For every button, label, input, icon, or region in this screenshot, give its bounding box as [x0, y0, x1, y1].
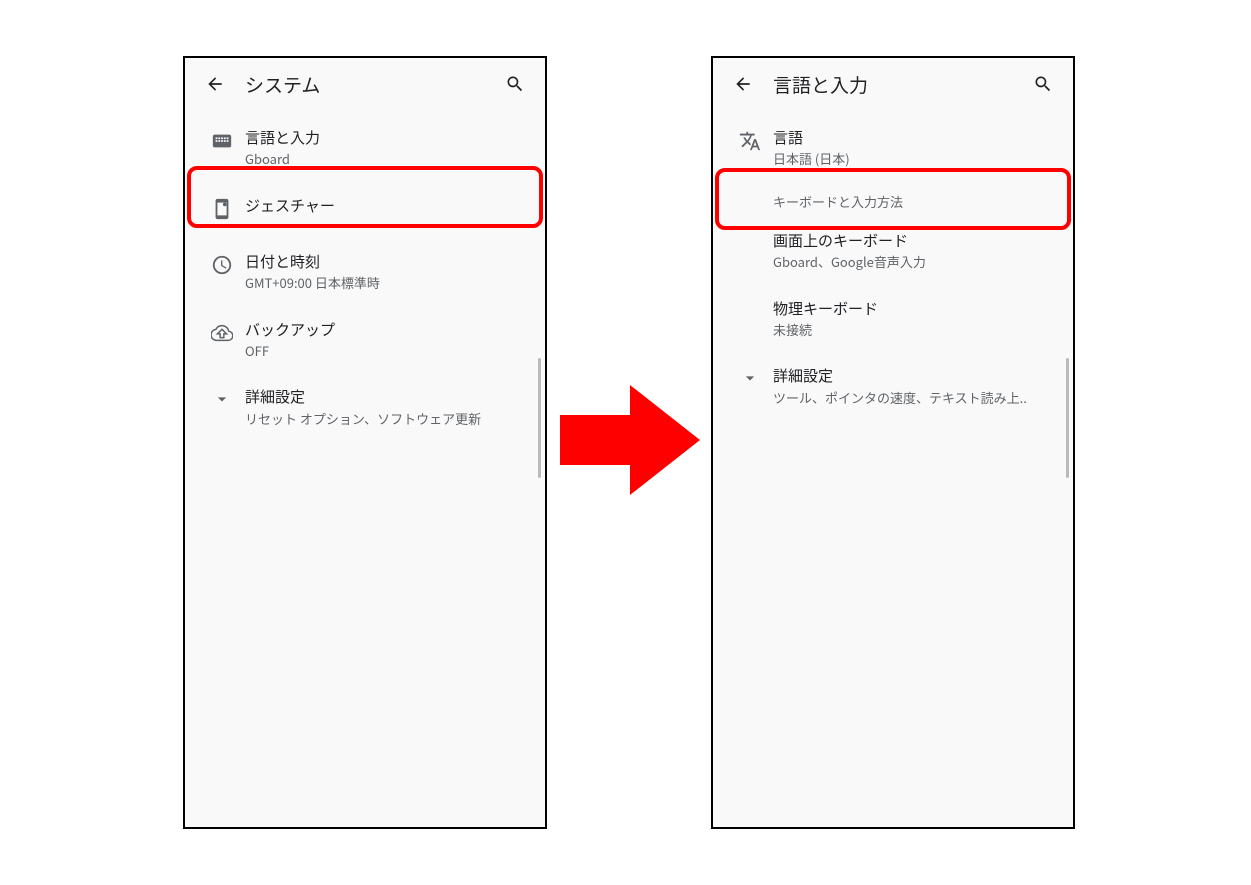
system-settings-screen: システム 言語と入力 Gboard — [183, 56, 547, 829]
scroll-indicator — [538, 358, 541, 478]
item-label: 詳細設定 — [245, 387, 529, 407]
page-title: システム — [233, 71, 497, 98]
gesture-icon — [211, 198, 233, 220]
item-sub: 未接続 — [773, 321, 1057, 339]
item-sub: Gboard — [245, 150, 529, 168]
item-sub: 日本語 (日本) — [773, 150, 1057, 168]
item-sub: OFF — [245, 342, 529, 360]
item-label: バックアップ — [245, 320, 529, 340]
item-backup[interactable]: バックアップ OFF — [185, 306, 545, 374]
item-physical-keyboard[interactable]: 物理キーボード 未接続 — [713, 285, 1073, 353]
settings-list: 言語と入力 Gboard ジェスチャー 日付と時刻 — [185, 110, 545, 441]
arrow-back-icon — [205, 74, 225, 94]
item-label: 日付と時刻 — [245, 252, 529, 272]
search-button[interactable] — [497, 66, 533, 102]
appbar: システム — [185, 58, 545, 110]
item-label: 詳細設定 — [773, 366, 1057, 386]
item-label: 言語と入力 — [245, 128, 529, 148]
search-icon — [505, 74, 525, 94]
appbar: 言語と入力 — [713, 58, 1073, 110]
item-onscreen-keyboard[interactable]: 画面上のキーボード Gboard、Google音声入力 — [713, 217, 1073, 285]
flow-arrow-icon — [560, 380, 700, 500]
item-label: 物理キーボード — [773, 299, 1057, 319]
item-advanced[interactable]: 詳細設定 ツール、ポインタの速度、テキスト読み上.. — [713, 352, 1073, 420]
item-label: 言語 — [773, 128, 1057, 148]
item-sub: GMT+09:00 日本標準時 — [245, 274, 529, 292]
search-button[interactable] — [1025, 66, 1061, 102]
translate-icon — [739, 130, 761, 152]
item-language-input[interactable]: 言語と入力 Gboard — [185, 114, 545, 182]
item-gesture[interactable]: ジェスチャー — [185, 182, 545, 238]
settings-list: 言語 日本語 (日本) キーボードと入力方法 画面上のキーボード Gboard、… — [713, 110, 1073, 420]
scroll-indicator — [1066, 358, 1069, 478]
arrow-back-icon — [733, 74, 753, 94]
chevron-down-icon — [212, 389, 232, 409]
item-sub: ツール、ポインタの速度、テキスト読み上.. — [773, 389, 1057, 407]
item-sub: Gboard、Google音声入力 — [773, 253, 1057, 271]
section-header: キーボードと入力方法 — [713, 182, 1073, 217]
item-label: 画面上のキーボード — [773, 231, 1057, 251]
item-advanced[interactable]: 詳細設定 リセット オプション、ソフトウェア更新 — [185, 373, 545, 441]
item-language[interactable]: 言語 日本語 (日本) — [713, 114, 1073, 182]
clock-icon — [211, 254, 233, 276]
keyboard-icon — [211, 130, 233, 152]
back-button[interactable] — [197, 66, 233, 102]
item-datetime[interactable]: 日付と時刻 GMT+09:00 日本標準時 — [185, 238, 545, 306]
page-title: 言語と入力 — [761, 71, 1025, 98]
chevron-down-icon — [740, 368, 760, 388]
back-button[interactable] — [725, 66, 761, 102]
search-icon — [1033, 74, 1053, 94]
item-sub: リセット オプション、ソフトウェア更新 — [245, 410, 529, 428]
item-label: ジェスチャー — [245, 196, 529, 216]
cloud-up-icon — [211, 322, 233, 344]
language-input-screen: 言語と入力 言語 日本語 (日本) キーボードと入力方法 画面上のキーボード G… — [711, 56, 1075, 829]
